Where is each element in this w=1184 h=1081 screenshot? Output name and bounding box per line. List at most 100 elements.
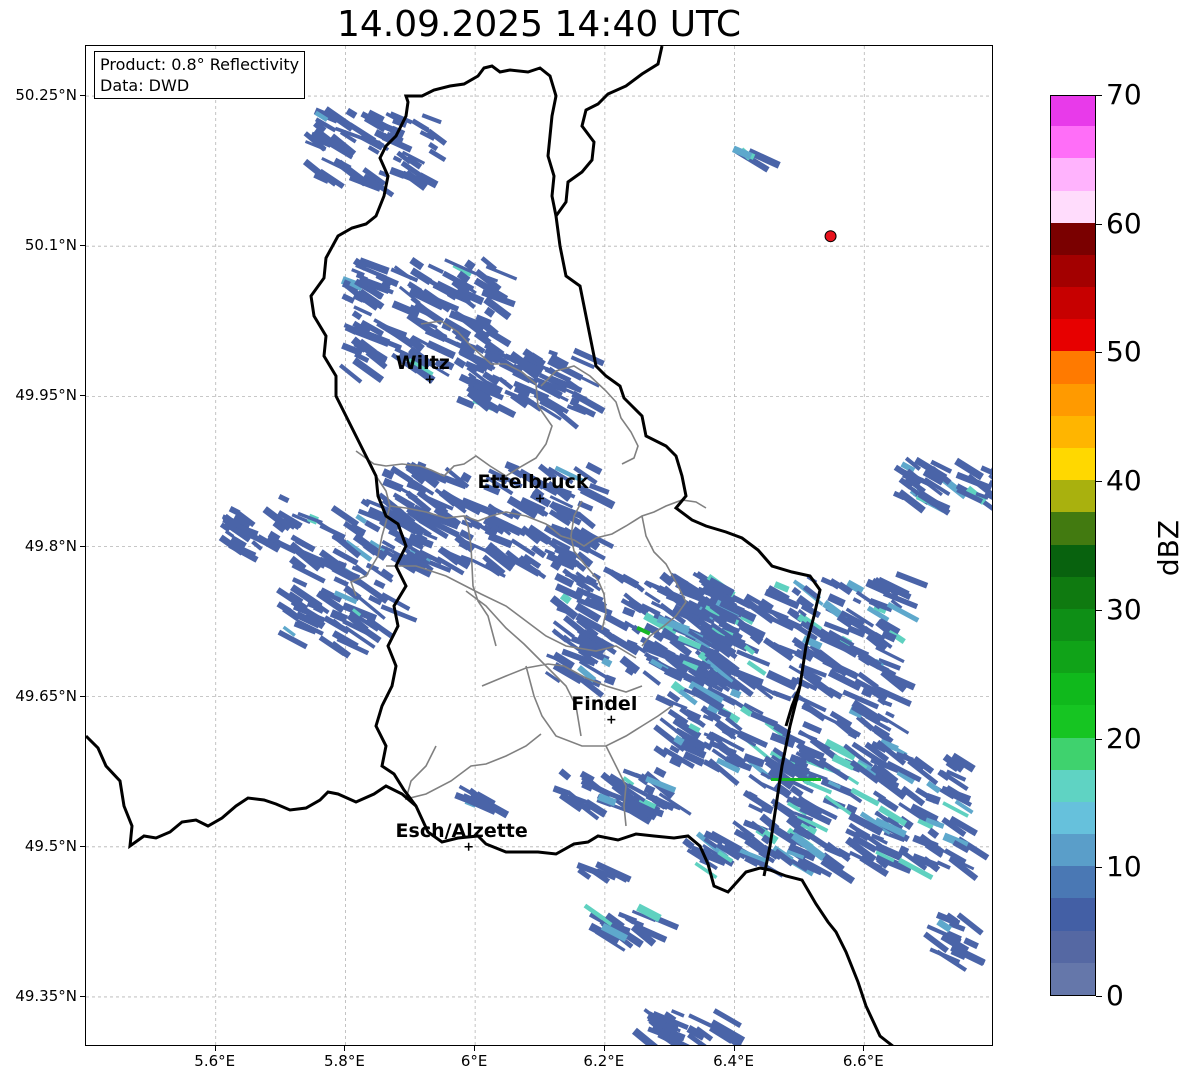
echo-cell	[351, 310, 363, 321]
echo-cell	[802, 721, 823, 735]
lat-tick-label: 49.5°N	[24, 836, 77, 855]
lat-tick-label: 50.1°N	[24, 236, 77, 255]
colorbar-segment	[1051, 96, 1095, 127]
colorbar-segment	[1051, 383, 1095, 416]
lon-tick	[603, 1046, 605, 1051]
city-label: Ettelbruck	[477, 471, 589, 494]
echo-cell	[453, 357, 467, 369]
echo-cell	[642, 670, 662, 686]
colorbar-tick-label: 10	[1106, 850, 1142, 884]
echo-cell	[750, 710, 779, 728]
lon-tick-label: 6°E	[460, 1052, 488, 1070]
lat-tick-label: 49.35°N	[15, 986, 77, 1005]
echo-cell	[411, 118, 430, 133]
lon-tick-label: 6.2°E	[583, 1052, 625, 1070]
colorbar-segment	[1051, 962, 1095, 995]
echo-cell	[653, 766, 667, 778]
echo-cell	[278, 494, 290, 504]
colorbar-tick	[1096, 223, 1102, 225]
colorbar-segment	[1051, 576, 1095, 609]
echo-cell	[428, 141, 439, 152]
colorbar-segment	[1051, 318, 1095, 352]
colorbar-segment	[1051, 350, 1095, 384]
lon-tick	[863, 1046, 865, 1051]
lon-tick	[474, 1046, 476, 1051]
lat-tick-label: 49.65°N	[15, 686, 77, 705]
echo-cell	[602, 566, 633, 585]
echo-cell	[510, 538, 536, 557]
echo-cell	[826, 687, 843, 700]
echo-cell	[992, 491, 993, 504]
colorbar-segment	[1051, 543, 1095, 577]
lon-tick	[344, 1046, 346, 1051]
colorbar-segment	[1051, 930, 1095, 963]
echo-cell	[895, 571, 929, 589]
colorbar-tick-label: 40	[1106, 464, 1142, 498]
echo-cell	[364, 520, 381, 533]
colorbar-tick-label: 20	[1106, 721, 1142, 755]
data-source-label: Data: DWD	[100, 76, 190, 95]
lat-tick	[80, 695, 85, 697]
colorbar-segment	[1051, 157, 1095, 191]
colorbar	[1050, 95, 1096, 996]
colorbar-segment	[1051, 511, 1095, 545]
colorbar-segment	[1051, 447, 1095, 481]
echo-cell	[341, 293, 355, 304]
colorbar-segment	[1051, 286, 1095, 320]
city-label: Findel	[571, 692, 638, 715]
colorbar-segment	[1051, 608, 1095, 642]
echo-cell	[427, 263, 444, 275]
colorbar-tick-label: 50	[1106, 335, 1142, 369]
lat-tick-label: 50.25°N	[15, 86, 77, 105]
radar-map[interactable]	[85, 45, 993, 1046]
echo-cell	[410, 267, 433, 286]
colorbar-tick	[1096, 738, 1102, 740]
radar-map-canvas	[86, 46, 993, 1045]
product-info-box: Product: 0.8° Reflectivity Data: DWD	[94, 51, 306, 99]
echo-cell	[771, 690, 792, 702]
colorbar-segment	[1051, 801, 1095, 835]
echo-cell	[852, 597, 862, 605]
radar-site-marker[interactable]	[824, 230, 837, 243]
colorbar-segment	[1051, 704, 1095, 738]
colorbar-segment	[1051, 415, 1095, 448]
city-label: Wiltz	[395, 352, 450, 375]
radar-site-layer	[824, 230, 837, 243]
colorbar-segment	[1051, 897, 1095, 931]
echo-cell	[380, 604, 418, 623]
colorbar-tick	[1096, 609, 1102, 611]
lon-tick-label: 5.8°E	[324, 1052, 365, 1070]
national-border	[86, 734, 894, 1045]
city-marker[interactable]	[464, 842, 473, 851]
lat-tick	[80, 95, 85, 97]
lon-tick	[733, 1046, 735, 1051]
echo-cell	[847, 775, 860, 786]
colorbar-segment	[1051, 672, 1095, 706]
colorbar-tick	[1096, 352, 1102, 354]
product-label: Product: 0.8° Reflectivity	[100, 55, 300, 74]
colorbar-segment	[1051, 833, 1095, 867]
echo-cell	[558, 768, 572, 781]
echo-cell	[345, 107, 358, 119]
colorbar-segment	[1051, 865, 1095, 899]
echo-cell	[428, 148, 447, 162]
colorbar-tick	[1096, 996, 1102, 997]
colorbar-title: dBZ	[1152, 519, 1184, 577]
colorbar-tick-label: 0	[1106, 979, 1124, 1012]
colorbar-tick-label: 70	[1106, 78, 1142, 111]
echo-cell	[373, 579, 386, 590]
graticule	[86, 46, 992, 1045]
colorbar-segment	[1051, 222, 1095, 255]
colorbar-segment	[1051, 640, 1095, 674]
colorbar-tick-label: 30	[1106, 592, 1142, 626]
echo-cell	[791, 586, 802, 597]
colorbar-tick	[1096, 95, 1102, 96]
lat-tick	[80, 395, 85, 397]
city-marker[interactable]	[607, 715, 616, 724]
echo-cell	[409, 257, 425, 271]
echo-cell	[927, 827, 940, 839]
radar-echoes	[218, 106, 993, 1045]
echo-cell	[885, 710, 895, 719]
lat-tick	[80, 545, 85, 547]
colorbar-segment	[1051, 125, 1095, 159]
